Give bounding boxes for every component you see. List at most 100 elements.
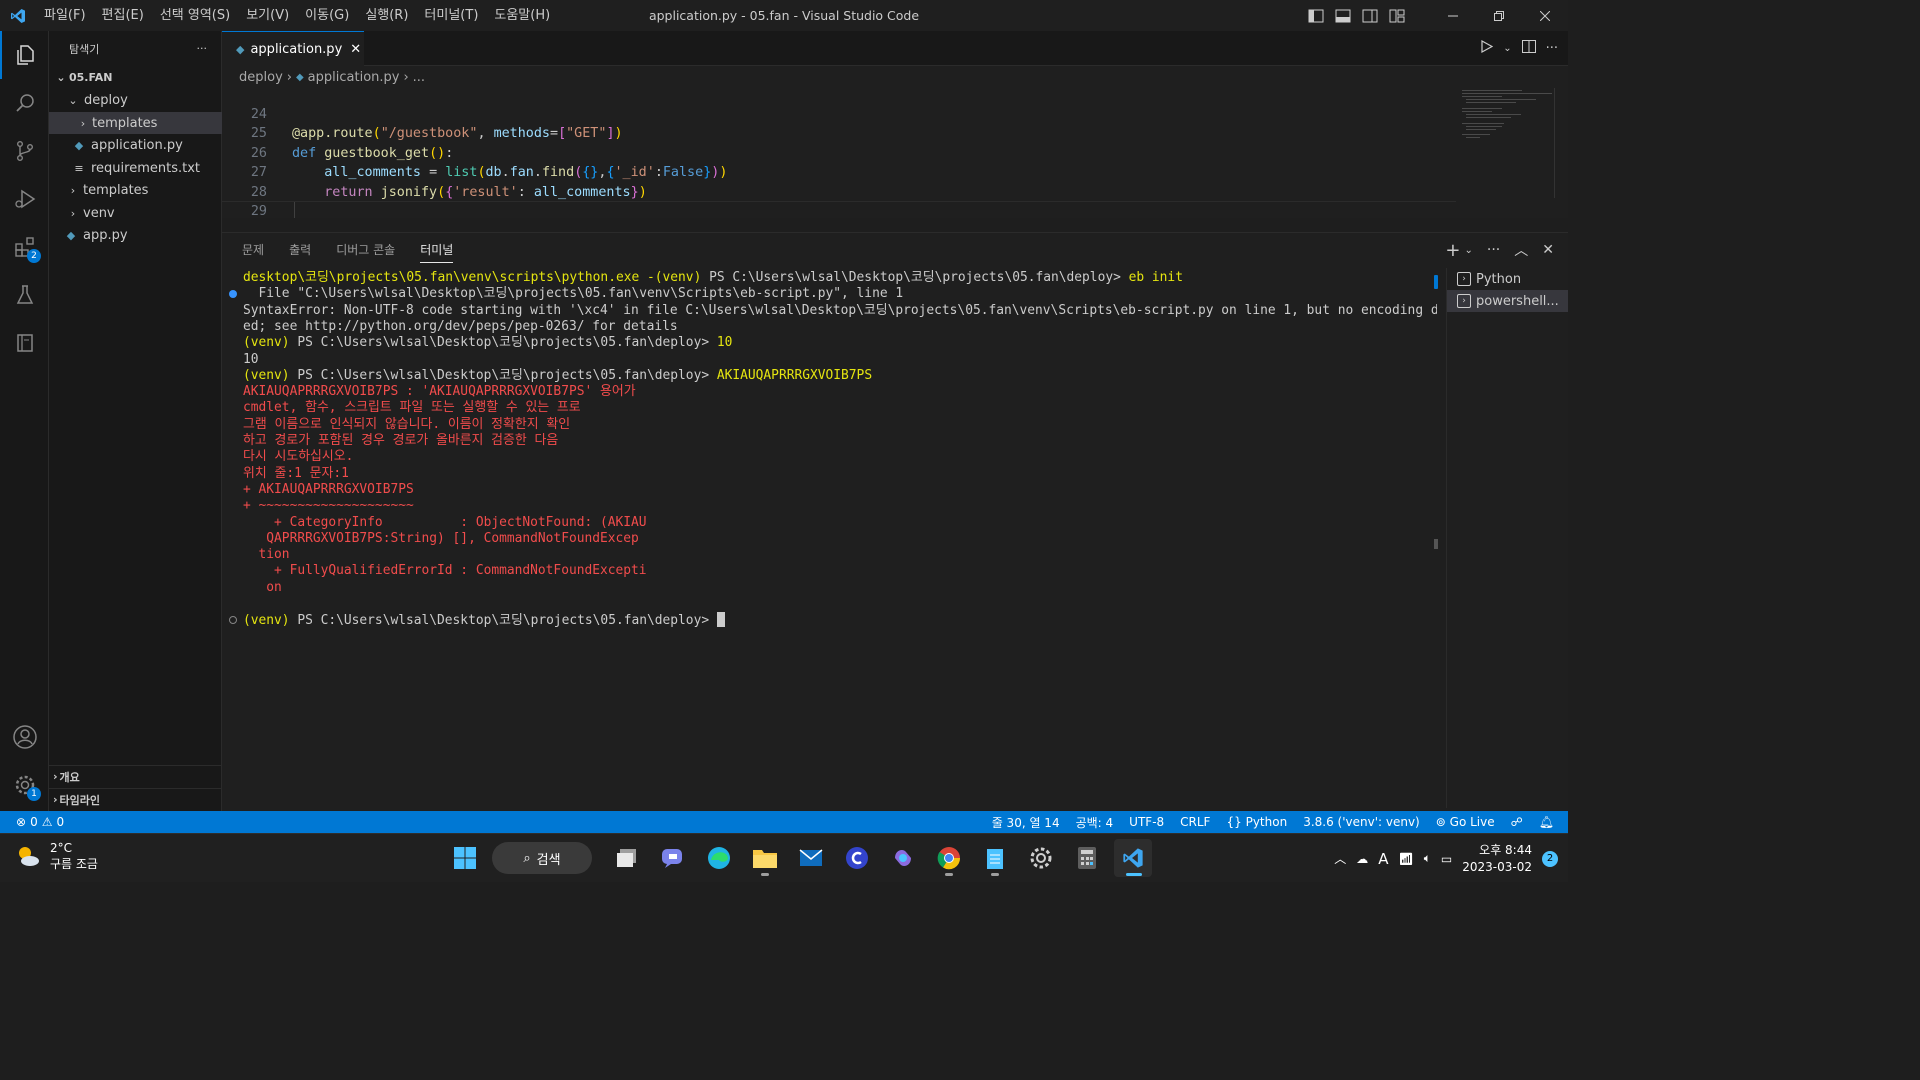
python-interpreter[interactable]: 3.8.6 ('venv': venv)	[1303, 815, 1420, 829]
volume-icon[interactable]: 🔈︎	[1424, 851, 1431, 866]
new-terminal-icon[interactable]: +	[1445, 240, 1460, 261]
start-button[interactable]	[446, 839, 484, 877]
restore-icon[interactable]	[1476, 0, 1522, 31]
terminal-scrollbar[interactable]	[1434, 539, 1438, 549]
timeline-section[interactable]: › 타임라인	[49, 788, 222, 810]
tree-item-app-py[interactable]: ◆ app.py	[49, 224, 222, 246]
menu-edit[interactable]: 편집(E)	[94, 0, 152, 31]
weather-widget[interactable]: 2°C 구름 조금	[14, 840, 98, 872]
problems-indicator[interactable]: ⊗ 0 ⚠ 0	[16, 811, 64, 833]
notification-badge[interactable]: 2	[1542, 850, 1558, 867]
copilot-icon[interactable]	[884, 839, 922, 877]
vscode-taskbar-icon[interactable]	[1114, 839, 1152, 877]
accounts-icon[interactable]	[0, 713, 49, 761]
encoding[interactable]: UTF-8	[1129, 815, 1164, 829]
close-panel-icon[interactable]: ✕	[1542, 242, 1554, 258]
terminal-item-python[interactable]: › Python	[1447, 268, 1568, 290]
tree-item-templates[interactable]: › templates	[49, 179, 222, 201]
maximize-panel-icon[interactable]: ︿	[1514, 240, 1528, 260]
tree-item-deploy-templates[interactable]: › templates	[49, 112, 222, 134]
extensions-icon[interactable]: 2	[0, 223, 49, 271]
breadcrumb-file[interactable]: application.py	[308, 70, 400, 85]
search-icon[interactable]	[0, 79, 49, 127]
language-mode[interactable]: {} Python	[1226, 815, 1287, 829]
onedrive-icon[interactable]: ☁	[1356, 852, 1368, 866]
tree-item-requirements-txt[interactable]: ≡ requirements.txt	[49, 157, 222, 179]
app-c-icon[interactable]	[838, 839, 876, 877]
close-window-icon[interactable]	[1522, 0, 1568, 31]
menu-help[interactable]: 도움말(H)	[486, 0, 558, 31]
command-decoration-icon[interactable]	[229, 290, 237, 299]
editor-scrollbar[interactable]	[1554, 88, 1568, 198]
calculator-icon[interactable]	[1068, 839, 1106, 877]
testing-icon[interactable]	[0, 271, 49, 319]
menu-view[interactable]: 보기(V)	[238, 0, 297, 31]
tree-item-venv[interactable]: › venv	[49, 202, 222, 224]
edge-browser-icon[interactable]	[700, 839, 738, 877]
menu-run[interactable]: 실행(R)	[357, 0, 416, 31]
terminal-item-powershell[interactable]: › powershell...	[1447, 290, 1568, 312]
notifications-bell-icon[interactable]: 🔔︎	[1539, 815, 1554, 829]
editor-more-actions-icon[interactable]: ···	[1546, 41, 1558, 56]
explorer-icon[interactable]	[0, 31, 49, 79]
toggle-primary-sidebar-icon[interactable]	[1302, 0, 1329, 31]
end-of-line[interactable]: CRLF	[1180, 815, 1210, 829]
tab-terminal[interactable]: 터미널	[420, 233, 454, 267]
terminal-dropdown-icon[interactable]: ⌄	[1465, 245, 1473, 256]
panel-more-actions-icon[interactable]: ···	[1487, 242, 1500, 258]
breadcrumb-deploy[interactable]: deploy	[239, 70, 283, 85]
minimap[interactable]	[1456, 88, 1568, 218]
go-live-button[interactable]: ⊚ Go Live	[1436, 815, 1495, 829]
breadcrumb-symbol[interactable]: ...	[413, 70, 425, 85]
battery-icon[interactable]: ▭	[1441, 852, 1452, 866]
settings-gear-icon[interactable]	[1022, 839, 1060, 877]
breadcrumb-separator-icon: ›	[403, 69, 409, 85]
feedback-icon[interactable]: ☍	[1511, 815, 1523, 829]
code-editor[interactable]: 24 @app.route("/guestbook", methods=["GE…	[222, 88, 1456, 218]
chrome-icon[interactable]	[930, 839, 968, 877]
terminal-text: 그램 이름으로 인식되지 않습니다. 이름이 정확한지 확인	[243, 416, 571, 432]
clock[interactable]: 오후 8:44 2023-03-02	[1462, 842, 1532, 876]
indentation[interactable]: 공백: 4	[1076, 814, 1114, 831]
toggle-secondary-sidebar-icon[interactable]	[1356, 0, 1383, 31]
menu-file[interactable]: 파일(F)	[36, 0, 94, 31]
minimize-icon[interactable]	[1430, 0, 1476, 31]
customize-layout-icon[interactable]	[1383, 0, 1410, 31]
tab-application-py[interactable]: ◆ application.py ✕	[222, 31, 364, 66]
source-control-icon[interactable]	[0, 127, 49, 175]
menu-selection[interactable]: 선택 영역(S)	[152, 0, 238, 31]
close-tab-icon[interactable]: ✕	[350, 42, 361, 57]
menu-go[interactable]: 이동(G)	[297, 0, 357, 31]
more-actions-icon[interactable]: ···	[197, 42, 208, 55]
tab-debug-console[interactable]: 디버그 콘솔	[336, 233, 395, 267]
wifi-icon[interactable]: 📶︎	[1398, 852, 1413, 866]
tree-item-application-py[interactable]: ◆ application.py	[49, 134, 222, 156]
python-file-icon: ◆	[236, 42, 245, 56]
tab-problems[interactable]: 문제	[242, 233, 264, 267]
tree-item-deploy[interactable]: ⌄ deploy	[49, 89, 222, 111]
ime-icon[interactable]: A	[1378, 850, 1388, 868]
run-dropdown-icon[interactable]: ⌄	[1503, 43, 1511, 54]
file-explorer-icon[interactable]	[746, 839, 784, 877]
terminal-output[interactable]: desktop\코딩\projects\05.fan\venv\scripts\…	[222, 268, 1437, 808]
command-decoration-icon[interactable]	[229, 616, 237, 625]
menu-terminal[interactable]: 터미널(T)	[416, 0, 486, 31]
manage-gear-icon[interactable]: 1	[0, 761, 49, 809]
show-hidden-icons-chevron-icon[interactable]: ︿	[1334, 850, 1346, 867]
teams-chat-icon[interactable]	[654, 839, 692, 877]
terminal-text: AKIAUQAPRRRGXVOIB7PS	[716, 367, 873, 383]
task-view-icon[interactable]	[608, 839, 646, 877]
notepad-icon[interactable]	[976, 839, 1014, 877]
remote-explorer-icon[interactable]	[0, 319, 49, 367]
tree-root-05fan[interactable]: ⌄ 05.FAN	[49, 66, 222, 88]
toggle-panel-icon[interactable]	[1329, 0, 1356, 31]
terminal-line: on	[243, 580, 282, 596]
mail-icon[interactable]	[792, 839, 830, 877]
tab-output[interactable]: 출력	[289, 233, 311, 267]
taskbar-search[interactable]: ⌕ 검색	[492, 842, 592, 874]
run-python-file-icon[interactable]	[1481, 39, 1494, 57]
split-editor-icon[interactable]	[1521, 40, 1536, 57]
cursor-position[interactable]: 줄 30, 열 14	[992, 814, 1060, 831]
run-debug-icon[interactable]	[0, 175, 49, 223]
outline-section[interactable]: › 개요	[49, 765, 222, 787]
